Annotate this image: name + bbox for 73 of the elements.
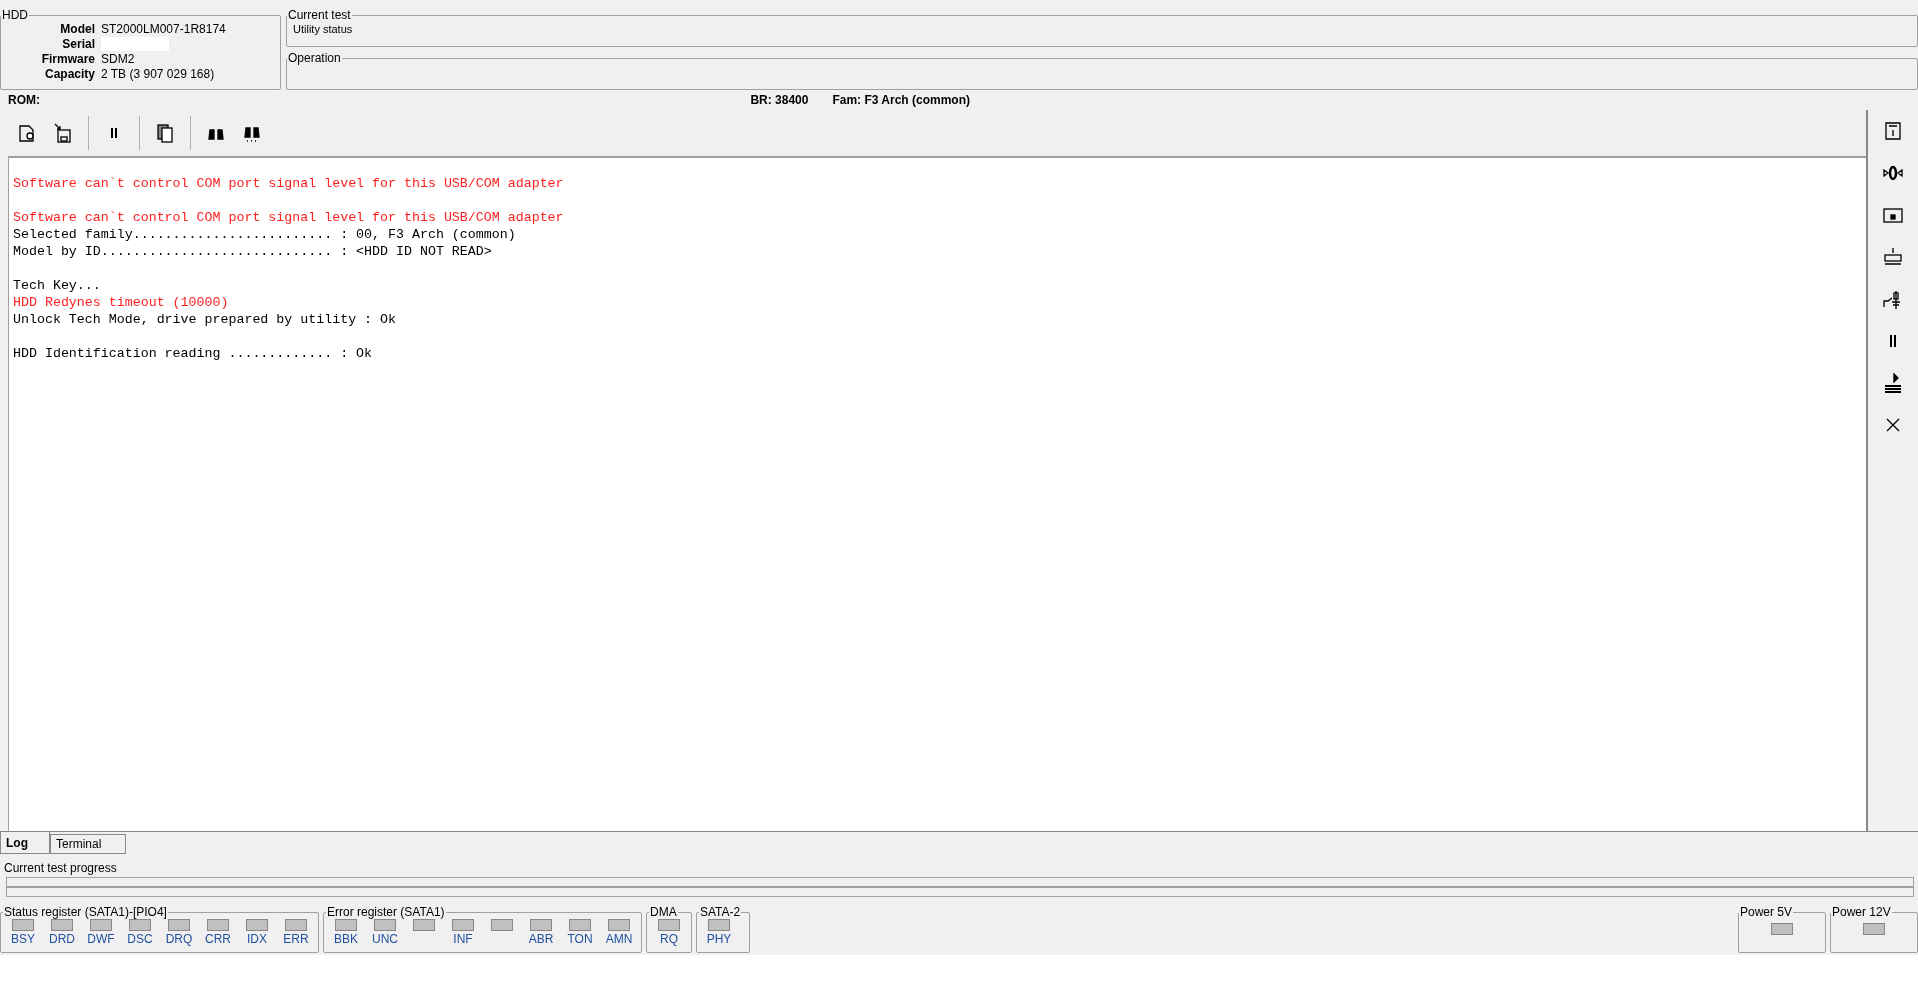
test-status: Utility status <box>293 23 353 35</box>
indicator-label: INF <box>453 932 473 946</box>
log-line: Unlock Tech Mode, drive prepared by utility : Ok <box>13 311 397 328</box>
pause-icon <box>110 128 118 138</box>
field-label: Serial <box>61 37 95 51</box>
field-label: Model <box>59 22 95 36</box>
field-value: SDM2 <box>101 52 136 66</box>
indicator-light <box>491 919 513 931</box>
indicator-light <box>129 919 151 931</box>
indicator-light <box>51 919 73 931</box>
group-title: Power 12V <box>1831 905 1892 919</box>
tab[interactable]: Terminal <box>50 834 126 854</box>
indicator-label: RQ <box>660 932 678 946</box>
indicator-light <box>452 919 474 931</box>
indicator-light <box>90 919 112 931</box>
group-title: Status register (SATA1)-[PIO4] <box>3 905 168 919</box>
indicator-light <box>1863 923 1885 935</box>
baud-rate: BR: 38400 <box>750 93 809 107</box>
tab[interactable]: Log <box>0 832 50 854</box>
indicator-label: DWF <box>87 932 115 946</box>
indicator-light <box>285 919 307 931</box>
indicator-label: TON <box>567 932 593 946</box>
indicator-light <box>12 919 34 931</box>
group-title: DMA <box>649 905 678 919</box>
group-title: SATA-2 <box>699 905 742 919</box>
indicator-label: DRD <box>49 932 75 946</box>
indicator-light <box>1771 923 1793 935</box>
indicator-light <box>708 919 730 931</box>
group-title: HDD <box>1 8 29 22</box>
log-line: Model by ID............................. : <HDD ID NOT READ> <box>13 243 493 260</box>
log-error-line: Software can`t control COM port signal level for this USB/COM adapter <box>13 175 565 192</box>
field-value: ST2000LM007-1R8174 <box>101 22 227 36</box>
log-error-line: HDD Redynes timeout (10000) <box>13 294 230 311</box>
family-label: Fam: F3 Arch (common) <box>832 93 970 107</box>
group-title: Current test <box>287 8 352 22</box>
floppy-arrow-icon <box>52 122 74 144</box>
indicator-label: BSY <box>11 932 35 946</box>
indicator-label: DSC <box>127 932 153 946</box>
progress-label: Current test progress <box>3 860 118 877</box>
indicator-light <box>374 919 396 931</box>
scroll-info-icon <box>1882 120 1904 142</box>
play-layers-icon <box>1882 372 1904 394</box>
indicator-label: BBK <box>334 932 358 946</box>
indicator-label: DRQ <box>165 932 193 946</box>
indicator-light <box>569 919 591 931</box>
group-title: Power 5V <box>1739 905 1794 919</box>
indicator-light <box>246 919 268 931</box>
field-label: Firmware <box>40 52 95 66</box>
log-error-line: Software can`t control COM port signal level for this USB/COM adapter <box>13 209 565 226</box>
log-line: HDD Identification reading ............. : Ok <box>13 345 374 362</box>
indicator-light <box>608 919 630 931</box>
group-title: Operation <box>287 51 342 65</box>
indicator-label: ABR <box>528 932 554 946</box>
copy-icon <box>154 122 176 144</box>
indicator-label: IDX <box>247 932 267 946</box>
indicator-label: UNC <box>372 932 398 946</box>
field-value: 2 TB (3 907 029 168) <box>101 67 216 81</box>
indicator-light <box>413 919 435 931</box>
log-line: Tech Key... <box>13 277 102 294</box>
indicator-light <box>530 919 552 931</box>
indicator-light <box>335 919 357 931</box>
indicator-light <box>658 919 680 931</box>
rom-label: ROM: <box>8 93 40 107</box>
pause-icon <box>1889 335 1897 347</box>
indicator-label: CRR <box>205 932 231 946</box>
field-label: Capacity <box>43 67 95 81</box>
group-title: Error register (SATA1) <box>326 905 446 919</box>
indicator-label: ERR <box>283 932 309 946</box>
indicator-light <box>168 919 190 931</box>
indicator-label: AMN <box>605 932 633 946</box>
log-line: Selected family......................... : 00, F3 Arch (common) <box>13 226 517 243</box>
indicator-light <box>207 919 229 931</box>
indicator-label: PHY <box>706 932 732 946</box>
